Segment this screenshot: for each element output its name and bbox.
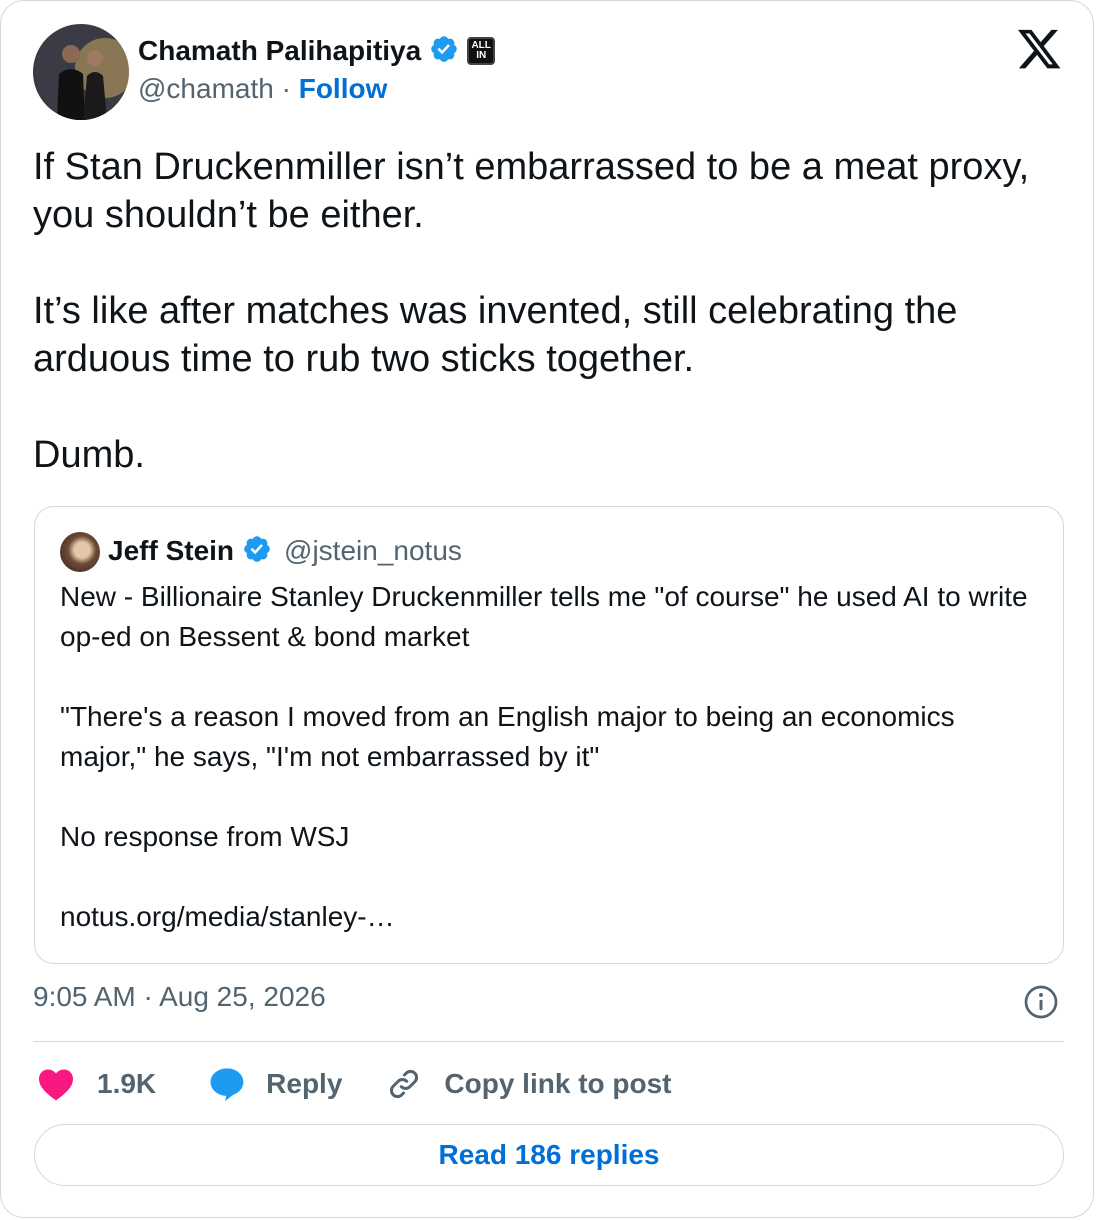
all-in-affiliate-badge[interactable]: ALL IN [467, 37, 496, 65]
quoted-post-card[interactable]: Jeff Stein @jstein_notus New - Billionai… [34, 506, 1064, 964]
follow-link[interactable]: Follow [299, 73, 388, 104]
like-count: 1.9K [97, 1068, 157, 1099]
reply-button[interactable]: Reply [208, 1066, 342, 1102]
verified-badge-icon [429, 34, 459, 69]
quoted-author-handle: @jstein_notus [284, 535, 462, 566]
quoted-paragraph: New - Billionaire Stanley Druckenmiller … [60, 581, 1028, 652]
quoted-paragraph: "There's a reason I moved from an Englis… [60, 701, 955, 772]
quoted-post-text: New - Billionaire Stanley Druckenmiller … [60, 577, 1040, 937]
like-button[interactable]: 1.9K [37, 1067, 156, 1101]
reply-label: Reply [266, 1068, 343, 1099]
post-timestamp[interactable]: 9:05 AM · Aug 25, 2026 [33, 981, 326, 1013]
quoted-author-name: Jeff Stein [108, 535, 235, 566]
post-paragraph: Dumb. [33, 434, 145, 476]
embedded-post-card: Chamath Palihapitiya ALL IN @chamath · F… [0, 0, 1094, 1218]
link-icon [386, 1066, 422, 1102]
read-replies-button[interactable]: Read 186 replies [34, 1124, 1064, 1186]
author-handle[interactable]: @chamath [138, 73, 274, 104]
copy-link-label: Copy link to post [444, 1068, 672, 1099]
post-paragraph: It’s like after matches was invented, st… [33, 290, 958, 380]
author-name[interactable]: Chamath Palihapitiya [138, 35, 421, 67]
x-logo-icon[interactable] [1018, 29, 1062, 71]
quoted-link[interactable]: notus.org/media/stanley-… [60, 897, 1040, 937]
post-text: If Stan Druckenmiller isn’t embarrassed … [33, 143, 1043, 479]
info-icon[interactable] [1023, 984, 1059, 1020]
copy-link-button[interactable]: Copy link to post [386, 1066, 672, 1102]
badge-text-line2: IN [476, 50, 487, 61]
author-avatar[interactable] [33, 24, 129, 120]
handle-separator: · [281, 73, 299, 104]
action-bar: 1.9K Reply Copy link to post [37, 1061, 672, 1107]
quoted-paragraph: No response from WSJ [60, 821, 350, 852]
author-handle-row: @chamath · Follow [138, 73, 387, 105]
reply-bubble-icon [208, 1066, 246, 1102]
divider [33, 1041, 1064, 1042]
quoted-author-row: Jeff Stein @jstein_notus [108, 531, 462, 571]
heart-icon [37, 1067, 75, 1101]
verified-badge-icon [242, 534, 272, 569]
author-name-row: Chamath Palihapitiya ALL IN [138, 31, 496, 71]
post-paragraph: If Stan Druckenmiller isn’t embarrassed … [33, 146, 1030, 236]
quoted-author-avatar [60, 532, 100, 572]
